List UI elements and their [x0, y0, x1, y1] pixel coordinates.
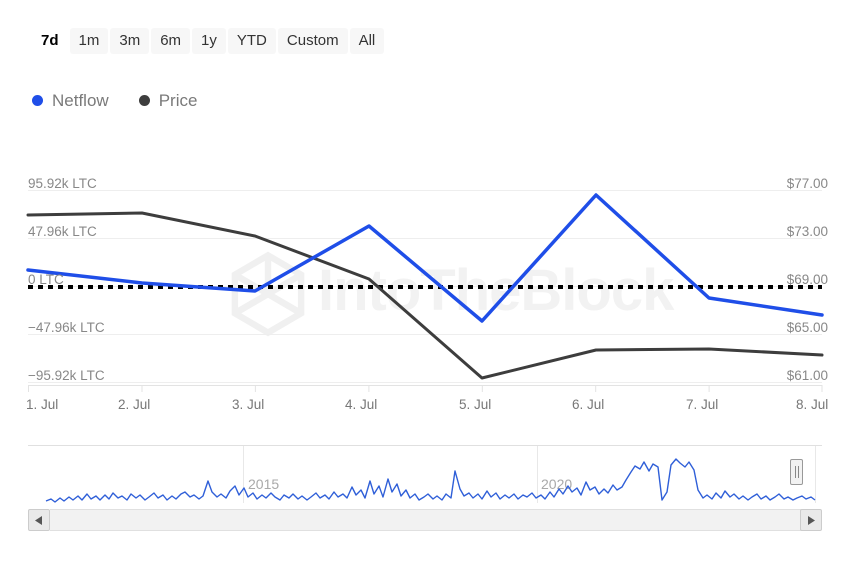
- chevron-right-icon: [807, 516, 815, 525]
- scroll-left-arrow-icon[interactable]: [28, 509, 50, 531]
- chevron-left-icon: [35, 516, 43, 525]
- navigator-area[interactable]: [0, 0, 850, 567]
- scroll-right-arrow-icon[interactable]: [800, 509, 822, 531]
- navigator-scrollbar-track[interactable]: [50, 509, 802, 531]
- navigator-resize-handle-right[interactable]: [790, 459, 803, 485]
- netflow-price-chart-widget: 7d 1m 3m 6m 1y YTD Custom All Netflow Pr…: [0, 0, 850, 567]
- navigator-sparkline: [46, 459, 815, 502]
